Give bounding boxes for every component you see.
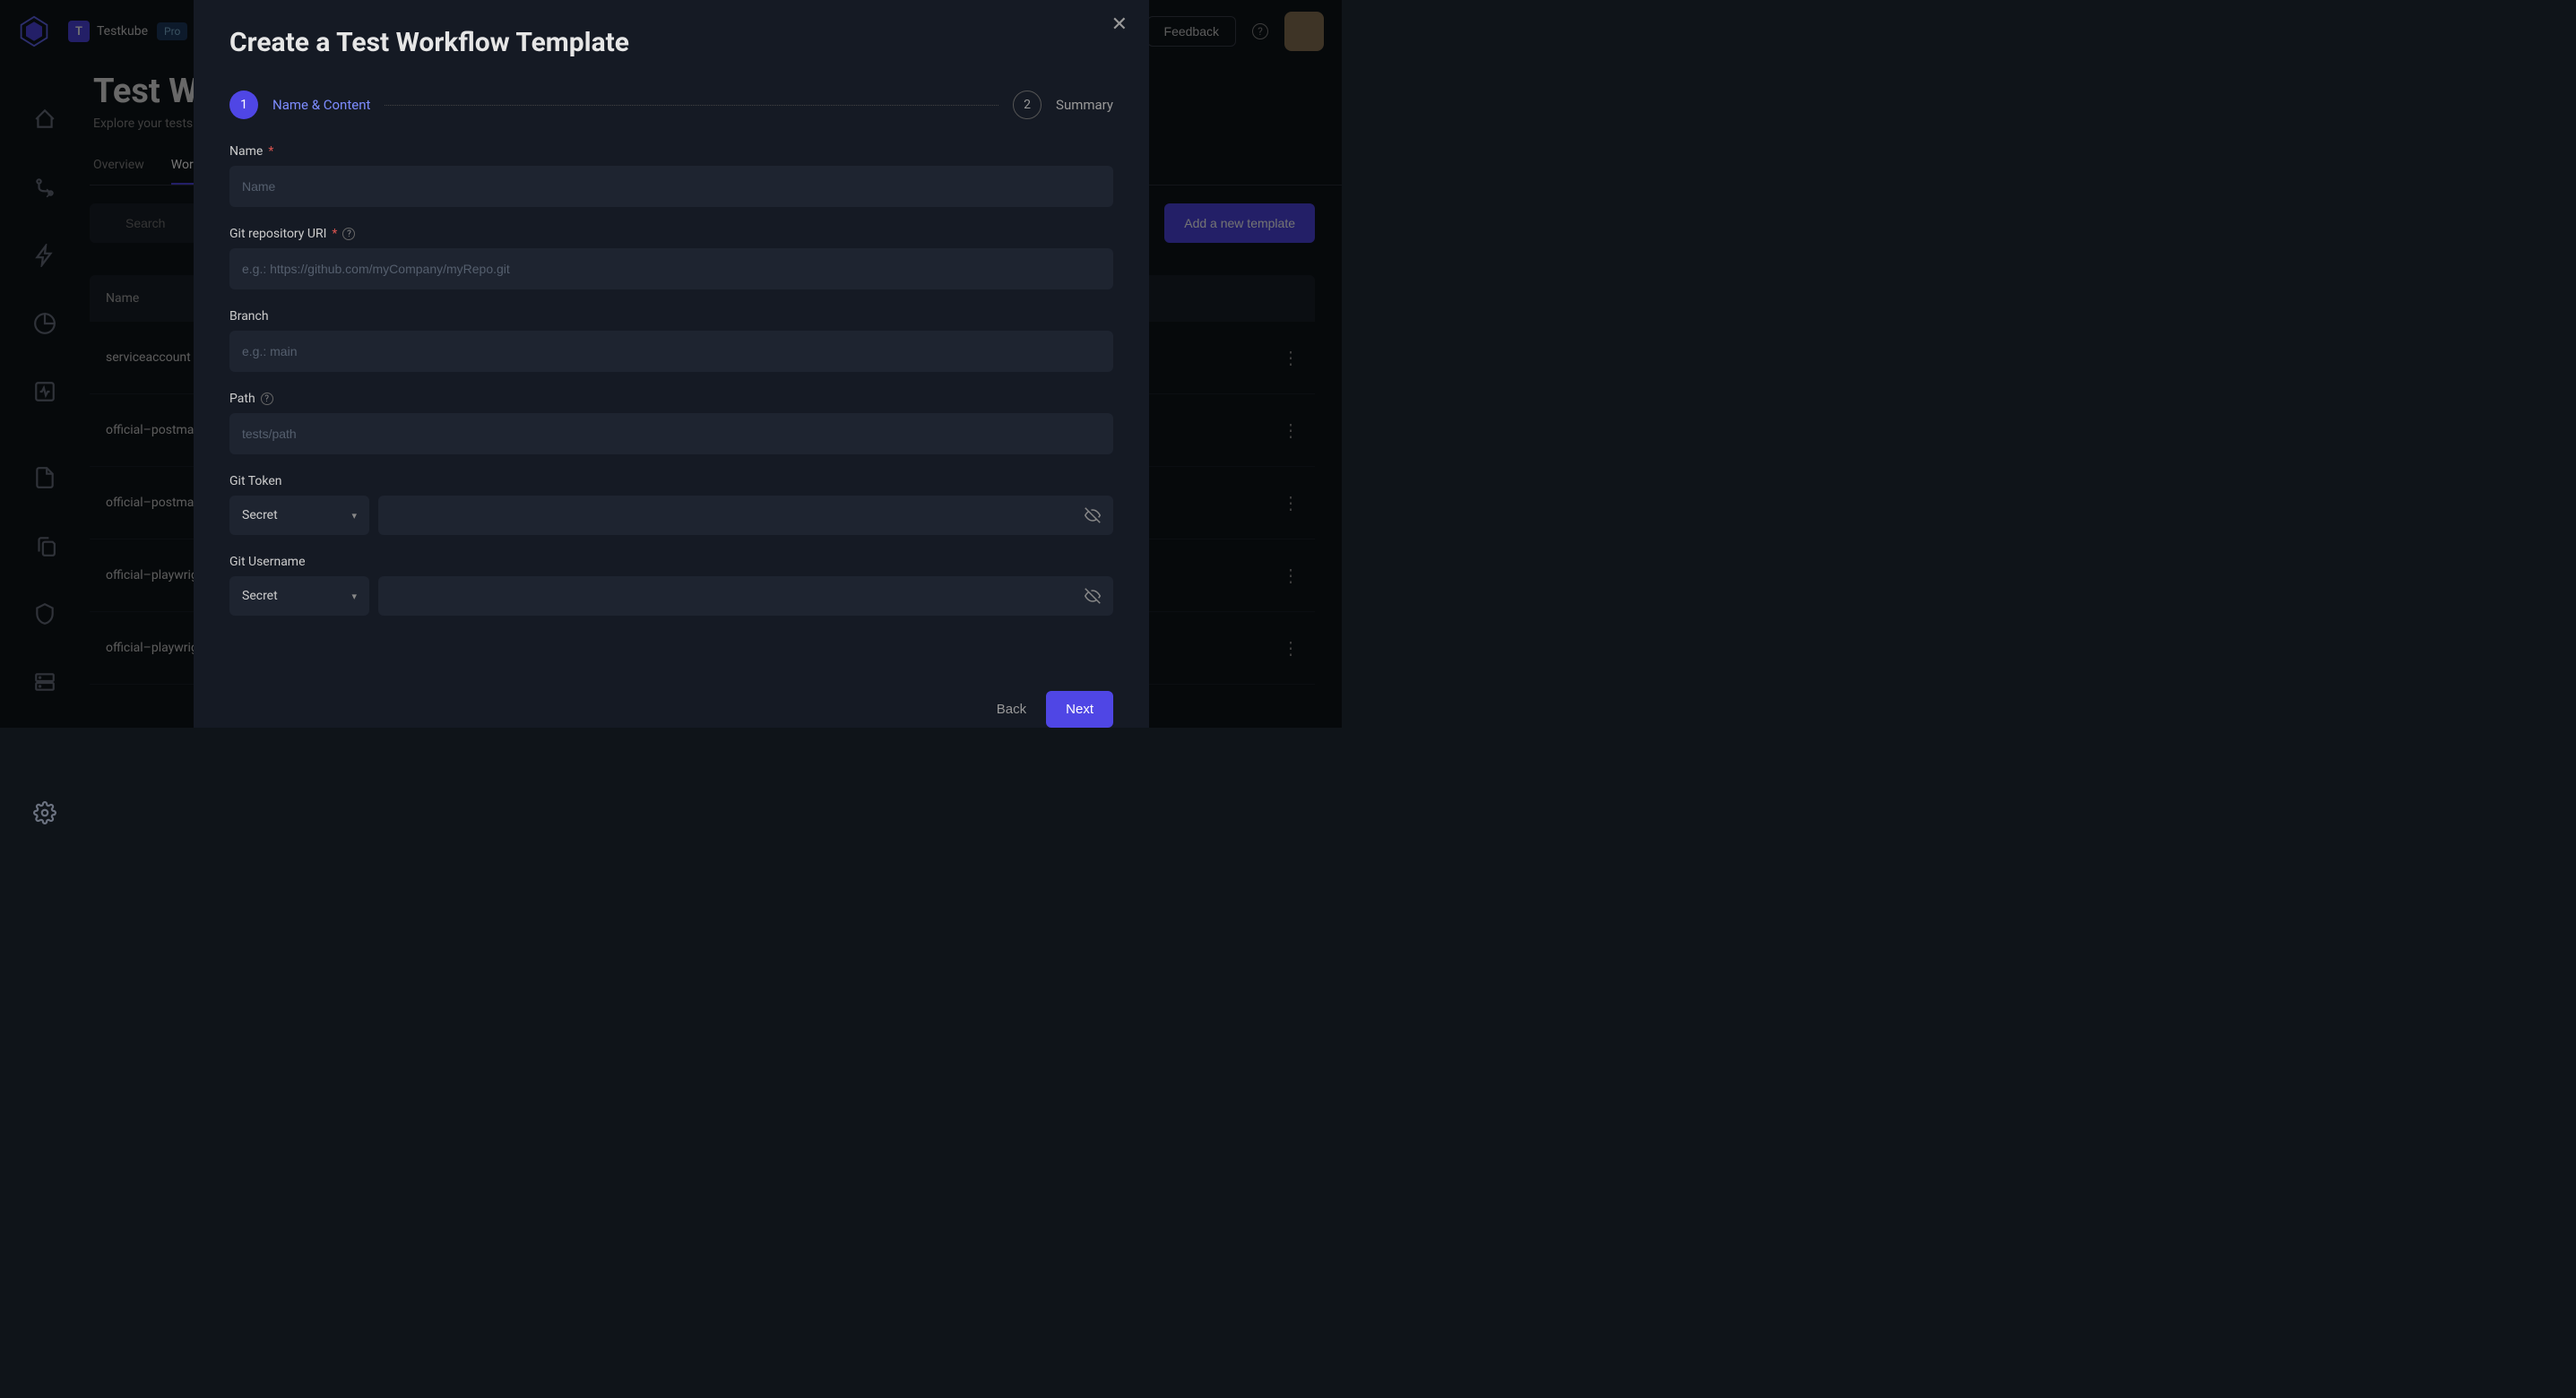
step-2-bullet[interactable]: 2 (1013, 91, 1042, 119)
git-username-type-select[interactable]: Secret ▾ (229, 576, 369, 616)
required-mark: * (268, 144, 273, 159)
required-mark: * (332, 227, 337, 241)
stepper: 1 Name & Content 2 Summary (229, 91, 1113, 119)
back-button[interactable]: Back (997, 702, 1026, 717)
chevron-down-icon: ▾ (351, 510, 357, 522)
form: Name* Git repository URI* ? Branch Path … (229, 144, 1113, 616)
step-1-label[interactable]: Name & Content (272, 97, 370, 113)
git-username-input[interactable] (378, 576, 1113, 616)
name-label: Name* (229, 144, 1113, 159)
git-username-label: Git Username (229, 555, 1113, 569)
git-token-label: Git Token (229, 474, 1113, 488)
step-2-label[interactable]: Summary (1056, 97, 1113, 113)
git-uri-input[interactable] (229, 248, 1113, 289)
step-1-bullet[interactable]: 1 (229, 91, 258, 119)
eye-off-icon[interactable] (1085, 588, 1101, 604)
select-value: Secret (242, 589, 278, 603)
close-icon[interactable]: ✕ (1111, 13, 1128, 36)
branch-label: Branch (229, 309, 1113, 324)
modal-title: Create a Test Workflow Template (229, 27, 1113, 58)
chevron-down-icon: ▾ (351, 591, 357, 602)
create-template-modal: ✕ Create a Test Workflow Template 1 Name… (194, 0, 1149, 728)
step-connector (385, 105, 998, 106)
git-uri-label: Git repository URI* ? (229, 227, 1113, 241)
info-icon[interactable]: ? (342, 228, 355, 240)
branch-input[interactable] (229, 331, 1113, 372)
path-input[interactable] (229, 413, 1113, 454)
eye-off-icon[interactable] (1085, 507, 1101, 523)
gear-icon[interactable] (32, 801, 57, 824)
next-button[interactable]: Next (1046, 691, 1113, 728)
path-label: Path ? (229, 392, 1113, 406)
modal-footer: Back Next (229, 678, 1113, 728)
git-token-type-select[interactable]: Secret ▾ (229, 496, 369, 535)
name-input[interactable] (229, 166, 1113, 207)
git-token-input[interactable] (378, 496, 1113, 535)
info-icon[interactable]: ? (261, 393, 273, 405)
select-value: Secret (242, 508, 278, 522)
